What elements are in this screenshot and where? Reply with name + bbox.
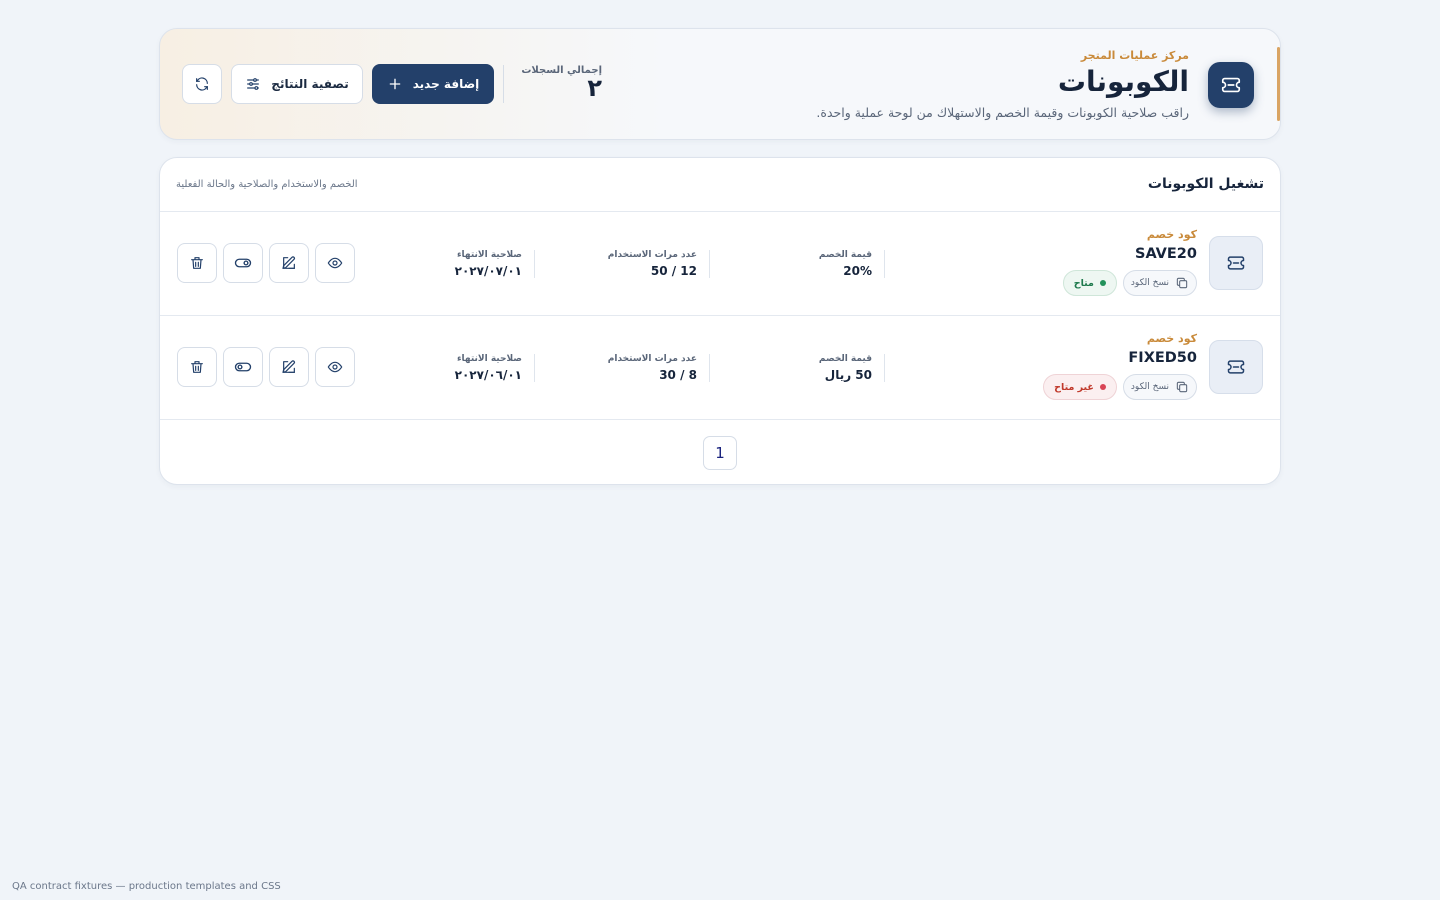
discount-metric: قيمة الخصم 20%: [819, 250, 872, 278]
toggle-off-icon: [234, 358, 252, 376]
ticket-icon: [1209, 236, 1263, 290]
trash-icon: [189, 255, 205, 271]
ticket-icon: [1208, 62, 1254, 108]
status-label: غير متاح: [1054, 381, 1094, 393]
toggle-status-button[interactable]: [223, 347, 263, 387]
metric-divider: [534, 354, 535, 382]
status-dot: [1099, 280, 1106, 286]
delete-button[interactable]: [177, 243, 217, 283]
usage-value: 12 / 50: [650, 264, 697, 278]
usage-metric: عدد مرات الاستخدام 8 / 30: [608, 354, 697, 382]
coupon-tags: نسخ الكود غير متاح: [1043, 374, 1197, 400]
page-description: راقب صلاحية الكوبونات وقيمة الخصم والاست…: [816, 105, 1189, 120]
panel-header: تشغيل الكوبونات الخصم والاستخدام والصلاح…: [160, 158, 1280, 212]
expiry-value: ٢٠٢٧/٠٧/٠١: [454, 264, 522, 278]
delete-button[interactable]: [177, 347, 217, 387]
toggle-status-button[interactable]: [223, 243, 263, 283]
edit-button[interactable]: [269, 243, 309, 283]
status-dot: [1099, 384, 1106, 390]
header-accent-bar: [1277, 47, 1280, 121]
discount-value: 50 ريال: [824, 368, 872, 382]
discount-metric: قيمة الخصم 50 ريال: [819, 354, 872, 382]
status-badge: متاح: [1062, 270, 1117, 296]
copy-code-button[interactable]: نسخ الكود: [1122, 270, 1197, 296]
trash-icon: [189, 359, 205, 375]
pencil-icon: [281, 359, 297, 375]
eye-icon: [327, 255, 343, 271]
add-new-label: إضافة جديد: [412, 77, 480, 91]
coupons-panel: تشغيل الكوبونات الخصم والاستخدام والصلاح…: [159, 157, 1281, 485]
total-records: إجمالي السجلات ٢: [520, 65, 602, 102]
metric-divider: [709, 250, 710, 278]
usage-metric: عدد مرات الاستخدام 12 / 50: [608, 250, 697, 278]
metric-divider: [709, 354, 710, 382]
panel-subtitle: الخصم والاستخدام والصلاحية والحالة الفعل…: [176, 179, 358, 190]
expiry-label: صلاحية الانتهاء: [456, 250, 522, 260]
pencil-icon: [281, 255, 297, 271]
coupon-row: كود خصم FIXED50 نسخ الكود غير متاح قيمة …: [160, 316, 1280, 420]
row-actions: [177, 347, 355, 387]
copy-code-button[interactable]: نسخ الكود: [1122, 374, 1197, 400]
discount-value: 20%: [843, 264, 872, 278]
discount-label: قيمة الخصم: [818, 354, 872, 364]
expiry-metric: صلاحية الانتهاء ٢٠٢٧/٠٧/٠١: [455, 250, 522, 278]
coupon-code: FIXED50: [1128, 350, 1197, 366]
eye-icon: [327, 359, 343, 375]
coupon-row: كود خصم SAVE20 نسخ الكود متاح قيمة الخصم…: [160, 212, 1280, 316]
page-button-current[interactable]: 1: [703, 436, 737, 470]
status-badge: غير متاح: [1043, 374, 1117, 400]
pagination: 1: [160, 436, 1280, 470]
coupon-kicker: كود خصم: [1146, 332, 1197, 345]
coupon-tags: نسخ الكود متاح: [1062, 270, 1197, 296]
coupon-kicker: كود خصم: [1146, 228, 1197, 241]
expiry-metric: صلاحية الانتهاء ٢٠٢٧/٠٦/٠١: [455, 354, 522, 382]
coupon-code: SAVE20: [1135, 246, 1197, 262]
page-kicker: مركز عمليات المتجر: [1080, 49, 1189, 62]
page-title: الكوبونات: [1057, 65, 1189, 98]
expiry-value: ٢٠٢٧/٠٦/٠١: [454, 368, 522, 382]
status-label: متاح: [1073, 277, 1094, 289]
expiry-label: صلاحية الانتهاء: [456, 354, 522, 364]
total-records-value: ٢: [587, 74, 602, 102]
view-button[interactable]: [315, 347, 355, 387]
page-container: مركز عمليات المتجر الكوبونات راقب صلاحية…: [159, 28, 1281, 485]
discount-label: قيمة الخصم: [818, 250, 872, 260]
metric-divider: [534, 250, 535, 278]
metric-divider: [884, 354, 885, 382]
filter-results-button[interactable]: تصفية النتائج: [231, 64, 363, 104]
usage-value: 8 / 30: [659, 368, 697, 382]
add-new-button[interactable]: إضافة جديد: [372, 64, 494, 104]
toggle-on-icon: [234, 254, 252, 272]
ticket-icon: [1209, 340, 1263, 394]
view-button[interactable]: [315, 243, 355, 283]
usage-label: عدد مرات الاستخدام: [607, 354, 697, 364]
filter-label: تصفية النتائج: [271, 77, 349, 91]
copy-icon: [1175, 276, 1189, 290]
copy-code-label: نسخ الكود: [1130, 382, 1169, 392]
plus-icon: [387, 76, 403, 92]
usage-label: عدد مرات الاستخدام: [607, 250, 697, 260]
edit-button[interactable]: [269, 347, 309, 387]
refresh-button[interactable]: [182, 64, 222, 104]
header-divider: [503, 65, 504, 103]
copy-code-label: نسخ الكود: [1130, 278, 1169, 288]
footer-note: QA contract fixtures — production templa…: [12, 881, 281, 892]
metric-divider: [884, 250, 885, 278]
copy-icon: [1175, 380, 1189, 394]
page-header: مركز عمليات المتجر الكوبونات راقب صلاحية…: [159, 28, 1281, 140]
refresh-icon: [194, 76, 210, 92]
panel-title: تشغيل الكوبونات: [1147, 176, 1264, 192]
sliders-icon: [245, 76, 261, 92]
row-actions: [177, 243, 355, 283]
